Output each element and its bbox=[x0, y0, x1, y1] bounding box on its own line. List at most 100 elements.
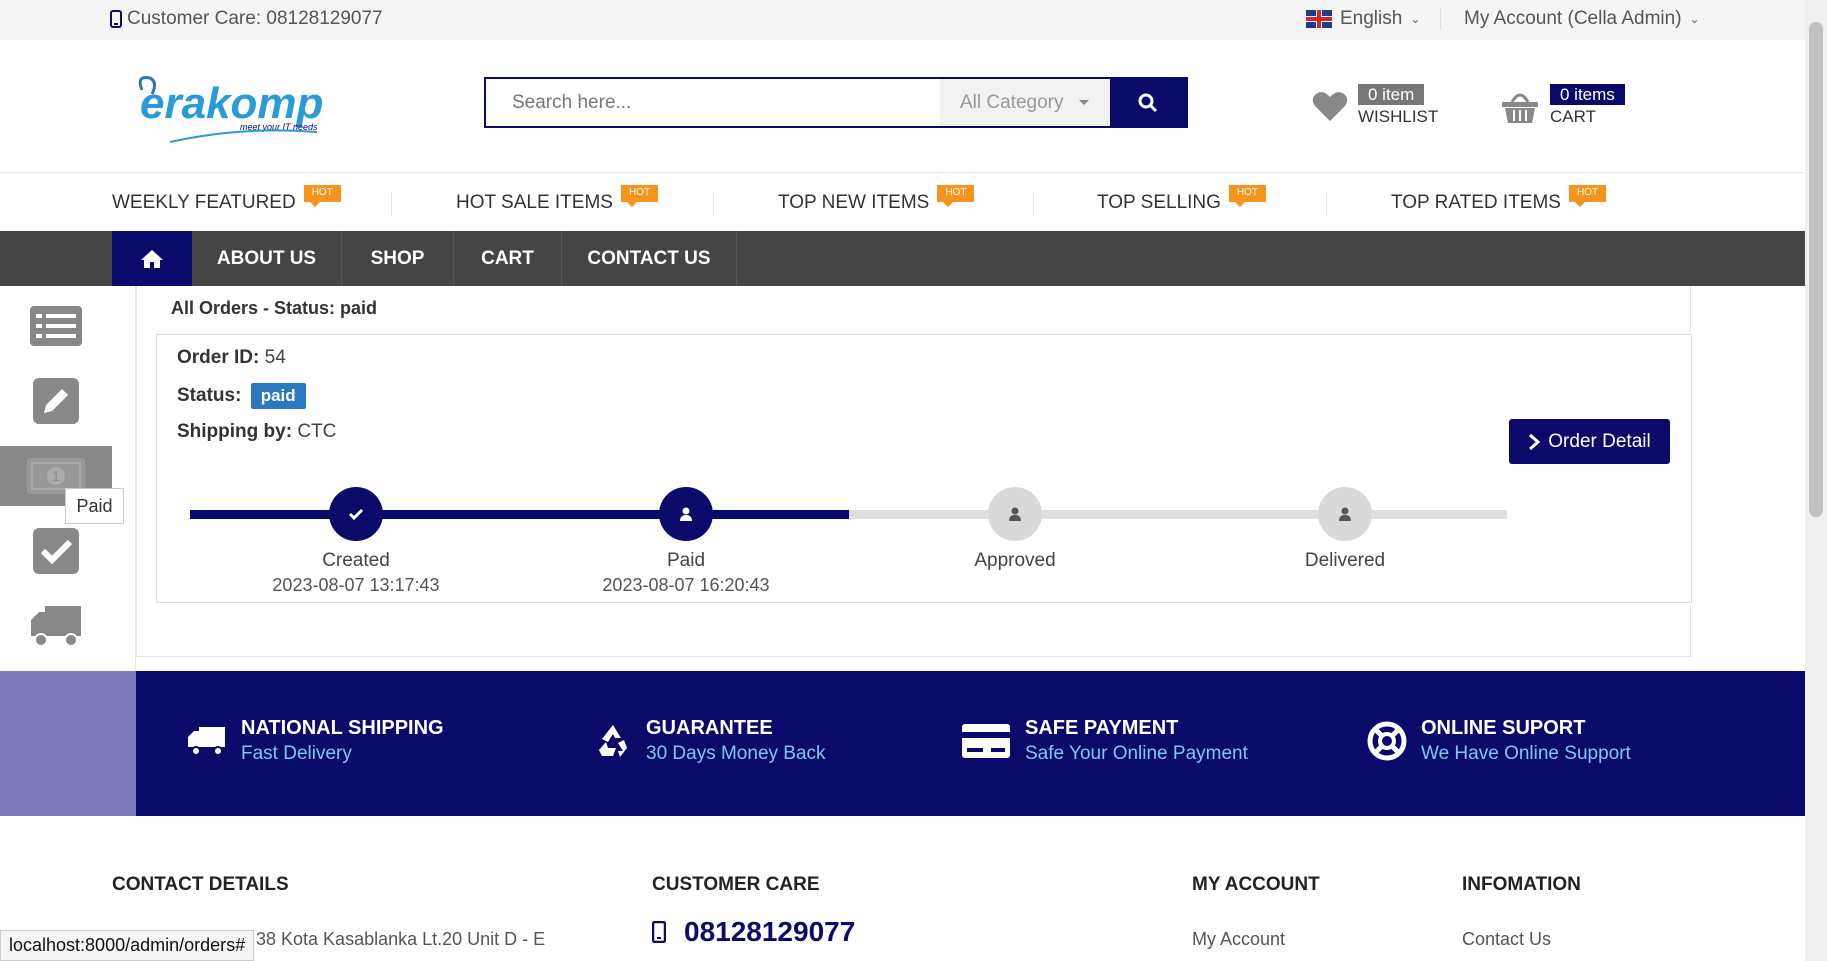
services-left-block bbox=[0, 671, 136, 816]
nav-about-us[interactable]: ABOUT US bbox=[192, 231, 342, 286]
step-date: 2023-08-07 13:17:43 bbox=[272, 575, 440, 595]
step-dot bbox=[329, 487, 383, 541]
divider bbox=[713, 192, 714, 216]
footer-account-title: MY ACCOUNT bbox=[1192, 874, 1320, 895]
featured-label: TOP NEW ITEMS bbox=[778, 192, 930, 213]
featured-top-selling[interactable]: TOP SELLING HOT bbox=[1097, 185, 1267, 214]
divider bbox=[1033, 192, 1034, 216]
step-label: Delivered bbox=[1304, 550, 1386, 571]
order-id-value: 54 bbox=[264, 347, 286, 368]
search-icon bbox=[1138, 93, 1158, 112]
truck-icon bbox=[31, 606, 81, 647]
customer-care-text: Customer Care: 08128129077 bbox=[127, 8, 383, 29]
service-guarantee: GUARANTEE 30 Days Money Back bbox=[594, 717, 826, 765]
featured-weekly[interactable]: WEEKLY FEATURED HOT bbox=[112, 185, 341, 214]
nav-cart[interactable]: CART bbox=[454, 231, 562, 286]
orders-panel: All Orders - Status: paid Order ID: 54 S… bbox=[136, 286, 1692, 657]
featured-top-new[interactable]: TOP NEW ITEMS HOT bbox=[778, 185, 975, 214]
customer-care: Customer Care: 08128129077 bbox=[110, 8, 383, 30]
caret-down-icon bbox=[1079, 99, 1089, 105]
hot-badge: HOT bbox=[1228, 185, 1267, 207]
status-badge: paid bbox=[250, 383, 306, 409]
footer-care-phone[interactable]: 08128129077 bbox=[652, 916, 855, 948]
page-title: All Orders - Status: paid bbox=[171, 298, 378, 318]
nav-shop[interactable]: SHOP bbox=[342, 231, 454, 286]
footer-info-link[interactable]: Contact Us bbox=[1462, 929, 1551, 950]
footer: CONTACT DETAILS 38 Kota Kasablanka Lt.20… bbox=[0, 816, 1805, 961]
category-select[interactable]: All Category bbox=[940, 79, 1110, 126]
recycle-icon bbox=[599, 725, 627, 757]
mobile-phone-icon bbox=[110, 10, 122, 28]
service-shipping: NATIONAL SHIPPING Fast Delivery bbox=[187, 717, 444, 765]
uk-flag-icon bbox=[1306, 10, 1332, 28]
step-label: Paid bbox=[666, 550, 706, 571]
order-status-sidebar: 1 bbox=[0, 286, 136, 671]
search-button[interactable] bbox=[1110, 79, 1186, 126]
order-detail-button[interactable]: Order Detail bbox=[1509, 419, 1670, 464]
sidebar-created[interactable] bbox=[0, 371, 112, 431]
service-subtitle: Fast Delivery bbox=[241, 743, 352, 764]
list-icon bbox=[30, 306, 82, 346]
footer-contact-address: 38 Kota Kasablanka Lt.20 Unit D - E bbox=[256, 929, 546, 949]
chevron-right-icon bbox=[1529, 433, 1541, 450]
footer-phone-number: 08128129077 bbox=[684, 916, 856, 947]
search-input[interactable] bbox=[486, 79, 940, 126]
step-delivered: Delivered bbox=[1215, 487, 1475, 572]
featured-label: TOP SELLING bbox=[1097, 192, 1221, 213]
header: erakomp meet your IT needs All Category … bbox=[0, 40, 1805, 173]
user-icon bbox=[680, 507, 692, 521]
step-dot bbox=[659, 487, 713, 541]
top-bar: Customer Care: 08128129077 English ⌄ My … bbox=[0, 0, 1805, 40]
sidebar-approved[interactable] bbox=[0, 521, 112, 581]
status-label: Status: bbox=[177, 385, 242, 406]
wishlist-label: WISHLIST bbox=[1358, 107, 1439, 126]
step-paid: Paid 2023-08-07 16:20:43 bbox=[556, 487, 816, 596]
step-dot bbox=[988, 487, 1042, 541]
heart-icon bbox=[1312, 91, 1348, 121]
step-label: Created bbox=[322, 550, 390, 571]
hot-badge: HOT bbox=[937, 185, 975, 207]
step-dot bbox=[1318, 487, 1372, 541]
hot-badge: HOT bbox=[303, 185, 341, 207]
wishlist-widget[interactable]: 0 item WISHLIST bbox=[1312, 84, 1438, 127]
scrollbar-thumb[interactable] bbox=[1809, 22, 1823, 517]
account-label: My Account (Cella Admin) bbox=[1464, 8, 1682, 29]
lifebuoy-icon bbox=[1367, 721, 1407, 761]
order-detail-label: Order Detail bbox=[1548, 430, 1651, 452]
service-support: ONLINE SUPORT We Have Online Support bbox=[1367, 717, 1631, 765]
services-band: NATIONAL SHIPPING Fast Delivery GUARANTE… bbox=[0, 671, 1805, 816]
step-label: Approved bbox=[974, 550, 1056, 571]
service-subtitle: We Have Online Support bbox=[1421, 743, 1631, 764]
footer-account-link[interactable]: My Account bbox=[1192, 929, 1285, 950]
site-logo[interactable]: erakomp meet your IT needs bbox=[132, 70, 342, 150]
step-approved: Approved bbox=[885, 487, 1145, 572]
svg-text:1: 1 bbox=[52, 468, 60, 484]
check-icon bbox=[33, 528, 79, 574]
step-date: 2023-08-07 16:20:43 bbox=[602, 575, 770, 595]
account-menu[interactable]: My Account (Cella Admin) ⌄ bbox=[1464, 8, 1700, 30]
divider bbox=[1440, 8, 1441, 30]
chevron-down-icon: ⌄ bbox=[1410, 12, 1421, 26]
shipping-row: Shipping by: CTC bbox=[177, 421, 336, 443]
nav-contact-us[interactable]: CONTACT US bbox=[562, 231, 737, 286]
sidebar-all-orders[interactable] bbox=[0, 296, 112, 356]
service-title: NATIONAL SHIPPING bbox=[241, 717, 444, 739]
cart-count: 0 items bbox=[1550, 84, 1625, 105]
service-subtitle: 30 Days Money Back bbox=[646, 743, 826, 764]
sidebar-tooltip: Paid bbox=[65, 488, 124, 524]
home-button[interactable] bbox=[112, 231, 192, 286]
vertical-scrollbar[interactable] bbox=[1805, 0, 1827, 961]
featured-top-rated[interactable]: TOP RATED ITEMS HOT bbox=[1391, 185, 1607, 214]
featured-label: HOT SALE ITEMS bbox=[456, 192, 613, 213]
chevron-down-icon: ⌄ bbox=[1689, 12, 1700, 26]
language-selector[interactable]: English ⌄ bbox=[1306, 8, 1420, 30]
featured-hot-sale[interactable]: HOT SALE ITEMS HOT bbox=[456, 185, 659, 214]
cart-widget[interactable]: 0 items CART bbox=[1500, 84, 1625, 127]
search-bar: All Category bbox=[484, 77, 1188, 128]
footer-info-title: INFOMATION bbox=[1462, 874, 1581, 895]
home-icon bbox=[141, 249, 163, 268]
shipping-value: CTC bbox=[297, 421, 337, 442]
credit-card-icon bbox=[962, 724, 1010, 758]
language-label: English bbox=[1340, 8, 1403, 29]
sidebar-delivered[interactable] bbox=[0, 596, 112, 656]
